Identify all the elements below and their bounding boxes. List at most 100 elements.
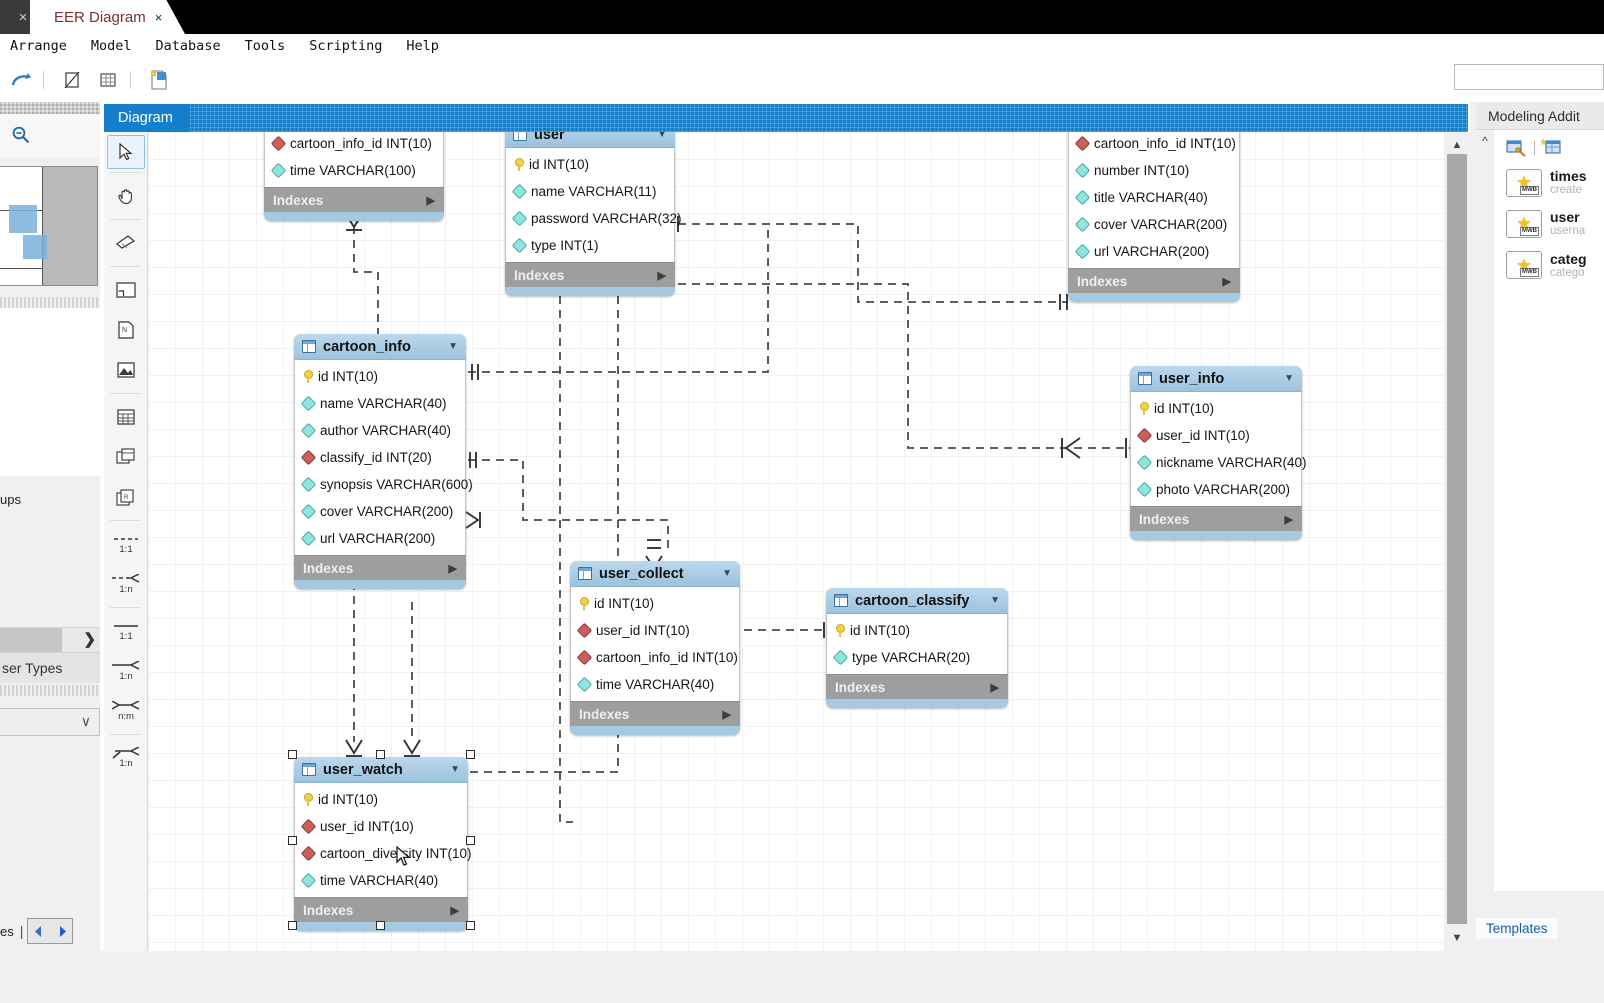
table-user[interactable]: user ▼ id INT(10) name VARCHAR(11) passw… [505, 132, 682, 296]
menu-model[interactable]: Model [79, 38, 144, 54]
catalog-row[interactable]: ❯ [0, 627, 100, 653]
column-row[interactable]: classify_id INT(20) [295, 444, 465, 471]
expand-triangle-icon[interactable]: ▶ [451, 904, 459, 917]
table-user-collect-indexes[interactable]: Indexes ▶ [570, 701, 740, 726]
scroll-up-arrow-icon[interactable]: ▲ [1444, 135, 1470, 155]
table-tool[interactable] [104, 397, 148, 437]
redo-icon[interactable] [6, 65, 36, 95]
search-input[interactable] [1454, 64, 1604, 90]
history-nav-buttons[interactable] [27, 918, 74, 944]
right-panel-grip[interactable] [1470, 102, 1476, 951]
expand-triangle-icon[interactable]: ▶ [658, 269, 666, 282]
eer-canvas[interactable]: user_recommend ▼ id INT(10) cartoon_info… [148, 132, 1444, 951]
chevron-down-icon[interactable]: ▼ [448, 341, 458, 352]
zoom-out-icon[interactable] [8, 122, 34, 148]
table-user-info-indexes[interactable]: Indexes ▶ [1130, 506, 1302, 531]
table-user-recommend-indexes[interactable]: Indexes ▶ [264, 187, 444, 212]
menu-database[interactable]: Database [144, 38, 233, 54]
addition-item-times[interactable]: ★ MWB times create [1494, 162, 1604, 203]
table-user-indexes[interactable]: Indexes ▶ [505, 262, 675, 287]
column-row[interactable]: user_id INT(10) [571, 617, 739, 644]
pointer-tool[interactable] [106, 135, 145, 169]
column-row[interactable]: time VARCHAR(40) [571, 671, 739, 698]
column-row[interactable]: password VARCHAR(32) [506, 205, 682, 232]
scrollbar-thumb[interactable] [1447, 154, 1467, 924]
column-row[interactable]: cartoon_info_id INT(10) [265, 132, 443, 157]
selection-handle-mr[interactable] [466, 836, 475, 845]
navigator-minimap[interactable] [0, 166, 98, 286]
table-user-recommend[interactable]: user_recommend ▼ id INT(10) cartoon_info… [264, 132, 444, 221]
relationship-n-m[interactable]: n:m [104, 691, 148, 731]
plugin-config-icon[interactable] [1506, 138, 1528, 158]
column-row[interactable]: time VARCHAR(40) [295, 867, 467, 894]
selection-handle-ml[interactable] [288, 836, 297, 845]
table-user-info[interactable]: user_info ▼ id INT(10) user_id INT(10) n… [1130, 366, 1307, 540]
table-user-collect-title[interactable]: user_collect ▼ [570, 561, 740, 587]
selection-handle-tl[interactable] [288, 750, 297, 759]
expand-triangle-icon[interactable]: ▶ [1285, 513, 1293, 526]
table-user-watch-title[interactable]: user_watch ▼ [294, 757, 468, 783]
table-user-info-title[interactable]: user_info ▼ [1130, 366, 1302, 392]
collapse-caret-icon[interactable]: ^ [1478, 132, 1492, 150]
column-row[interactable]: type VARCHAR(20) [827, 644, 1007, 671]
column-row[interactable]: id INT(10) [506, 151, 674, 178]
selection-handle-tr[interactable] [466, 750, 475, 759]
scroll-down-arrow-icon[interactable]: ▼ [1444, 928, 1470, 948]
grid-icon[interactable] [93, 65, 123, 95]
hand-tool[interactable] [104, 176, 148, 216]
column-row[interactable]: photo VARCHAR(200) [1131, 476, 1301, 503]
selection-handle-tm[interactable] [376, 750, 385, 759]
relationship-1-n-non-identifying[interactable]: 1:n [104, 651, 148, 691]
chevron-down-icon[interactable]: ▼ [450, 764, 460, 775]
validation-icon[interactable] [57, 65, 87, 95]
column-row[interactable]: cover VARCHAR(200) [295, 498, 465, 525]
table-user-watch-indexes[interactable]: Indexes ▶ [294, 897, 468, 922]
chevron-down-icon[interactable]: ▼ [722, 568, 732, 579]
panel-grip-bottom[interactable] [0, 685, 100, 696]
relationship-1-n-identifying[interactable]: 1:n [104, 564, 148, 604]
selection-handle-bl[interactable] [288, 921, 297, 930]
chevron-down-icon[interactable]: ▼ [990, 595, 1000, 606]
menu-help[interactable]: Help [394, 38, 451, 54]
column-row[interactable]: id INT(10) [827, 617, 1007, 644]
column-row[interactable]: cartoon_info_id INT(10) [571, 644, 739, 671]
selection-handle-bm[interactable] [376, 921, 385, 930]
table-cartoon-diversity-indexes[interactable]: Indexes ▶ [1068, 268, 1240, 293]
diagram-tab-header[interactable]: Diagram [104, 104, 1468, 132]
selection-handle-br[interactable] [466, 921, 475, 930]
column-row[interactable]: name VARCHAR(40) [295, 390, 465, 417]
column-row[interactable]: time VARCHAR(100) [265, 157, 443, 184]
column-row[interactable]: cartoon_diversity INT(10) [295, 840, 472, 867]
column-row[interactable]: id INT(10) [1131, 395, 1301, 422]
tab-close-icon[interactable]: × [155, 10, 163, 25]
panel-grip-top[interactable] [0, 102, 100, 114]
column-row[interactable]: cover VARCHAR(200) [1069, 211, 1239, 238]
table-cartoon-diversity[interactable]: cartoon_diversity ▼ id INT(10) cartoon_i… [1068, 132, 1240, 302]
panel-grip-mid[interactable] [0, 297, 100, 308]
expand-triangle-icon[interactable]: ▶ [427, 194, 435, 207]
column-row[interactable]: id INT(10) [295, 363, 465, 390]
expand-triangle-icon[interactable]: ▶ [449, 562, 457, 575]
new-addition-icon[interactable] [1541, 138, 1563, 158]
column-row[interactable]: name VARCHAR(11) [506, 178, 674, 205]
table-cartoon-info-indexes[interactable]: Indexes ▶ [294, 555, 466, 580]
expand-triangle-icon[interactable]: ▶ [1223, 275, 1231, 288]
image-tool[interactable] [104, 350, 148, 390]
table-cartoon-classify[interactable]: cartoon_classify ▼ id INT(10) type VARCH… [826, 588, 1008, 708]
column-row[interactable]: user_id INT(10) [295, 813, 467, 840]
expand-triangle-icon[interactable]: ▶ [723, 708, 731, 721]
column-row[interactable]: type INT(1) [506, 232, 674, 259]
chevron-down-icon[interactable]: ▼ [1284, 373, 1294, 384]
chevron-down-icon[interactable]: ▼ [657, 132, 667, 140]
expand-triangle-icon[interactable]: ▶ [991, 681, 999, 694]
view-tool[interactable] [104, 437, 148, 477]
note-tool[interactable]: N [104, 310, 148, 350]
table-cartoon-classify-indexes[interactable]: Indexes ▶ [826, 674, 1008, 699]
addition-item-category[interactable]: ★ MWB categ catego [1494, 245, 1604, 286]
column-row[interactable]: url VARCHAR(200) [1069, 238, 1239, 265]
column-row[interactable]: title VARCHAR(40) [1069, 184, 1239, 211]
table-cartoon-info-title[interactable]: cartoon_info ▼ [294, 334, 466, 360]
canvas-vertical-scrollbar[interactable]: ▲ ▼ [1444, 132, 1470, 951]
column-row[interactable]: id INT(10) [295, 786, 467, 813]
layer-tool[interactable] [104, 270, 148, 310]
